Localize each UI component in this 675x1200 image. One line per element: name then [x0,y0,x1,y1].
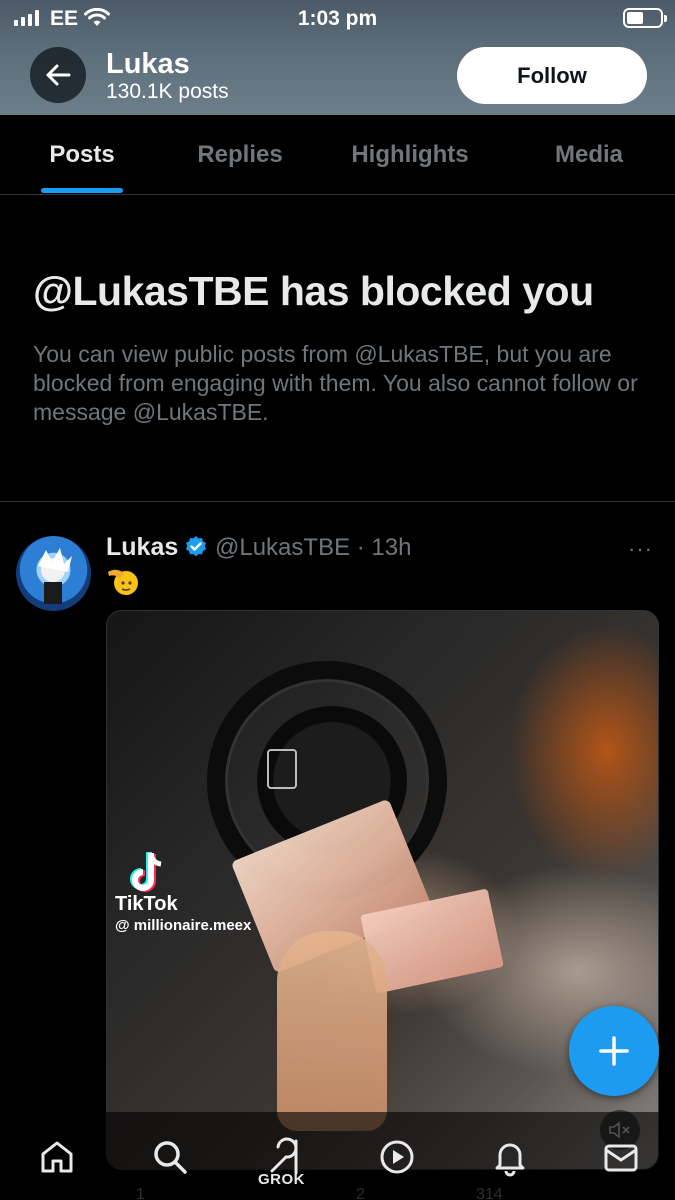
post-handle-time[interactable]: @LukasTBE · 13h [215,534,411,562]
tiktok-watermark-handle: @ millionaire.meex [115,917,252,934]
blocked-title: @LukasTBE has blocked you [33,268,594,314]
saluting-face-emoji-icon [108,569,138,595]
bell-icon [495,1143,525,1177]
tiktok-watermark-brand: TikTok [115,893,178,915]
car-logo-icon [267,749,297,789]
home-icon [41,1141,73,1173]
verified-badge-icon [186,536,206,557]
nav-home[interactable] [32,1132,82,1182]
status-bar: EE 1:03 pm [0,0,675,38]
profile-tabs: Posts Replies Highlights Media [0,115,675,195]
tab-media[interactable]: Media [530,115,648,195]
nav-search[interactable] [145,1132,195,1182]
search-icon [154,1141,187,1174]
hand [277,931,387,1131]
avatar[interactable] [16,536,91,611]
blocked-description: You can view public posts from @LukasTBE… [33,341,638,425]
nav-notifications[interactable] [485,1132,535,1182]
clock: 1:03 pm [297,7,378,30]
mail-icon [604,1144,638,1172]
nav-messages[interactable] [596,1132,646,1182]
profile-header: EE 1:03 pm Lukas 130.1K posts Follow [0,0,675,115]
tab-highlights[interactable]: Highlights [336,115,484,195]
tiktok-logo-icon [130,852,162,892]
compose-post-button[interactable] [569,1006,659,1096]
back-button[interactable] [30,47,86,103]
active-tab-indicator [41,188,123,193]
tab-posts[interactable]: Posts [20,115,144,195]
tab-replies[interactable]: Replies [180,115,300,195]
post-author-name[interactable]: Lukas [106,533,178,562]
bottom-nav [0,1112,675,1200]
grok-label: GROK [258,1171,305,1188]
post-media-video[interactable]: TikTok @ millionaire.meex [106,610,659,1170]
profile-name: Lukas [106,48,190,80]
battery-icon [623,8,667,28]
section-divider [0,501,675,502]
follow-button[interactable]: Follow [457,47,647,104]
arrow-left-icon [46,64,71,86]
post-count: 130.1K posts [106,80,229,103]
more-options-icon[interactable]: ··· [628,536,653,562]
video-play-icon [380,1140,414,1174]
plus-icon [599,1036,629,1066]
profile-page: EE 1:03 pm Lukas 130.1K posts Follow Pos… [0,0,675,1200]
nav-video[interactable] [372,1132,422,1182]
avatar-art-icon [38,548,72,604]
